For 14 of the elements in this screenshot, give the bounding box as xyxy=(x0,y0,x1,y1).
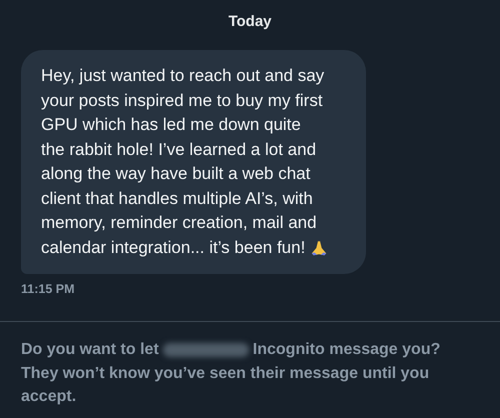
message-time: 11:15 PM xyxy=(21,282,76,296)
message-text: your posts inspired me to buy my first xyxy=(41,90,323,112)
request-prompt: Incognito message you? xyxy=(252,340,440,360)
date-header: Today xyxy=(227,12,273,32)
praying-hands-icon xyxy=(310,238,328,257)
message-text: the rabbit hole! I’ve learned a lot and xyxy=(41,138,316,160)
message-text: GPU which has led me down quite xyxy=(41,114,301,136)
message-text: Hey, just wanted to reach out and say xyxy=(41,65,324,87)
message-text: calendar integration... it’s been fun! xyxy=(41,236,306,258)
message-text: along the way have built a web chat xyxy=(41,163,310,185)
request-prompt: They won’t know you’ve seen their message until you accept. xyxy=(21,364,430,407)
message-text: memory, reminder creation, mail and xyxy=(41,212,317,234)
request-prompt: Do you want to let xyxy=(21,340,159,360)
message-text: client that handles multiple AI’s, with xyxy=(41,188,313,210)
